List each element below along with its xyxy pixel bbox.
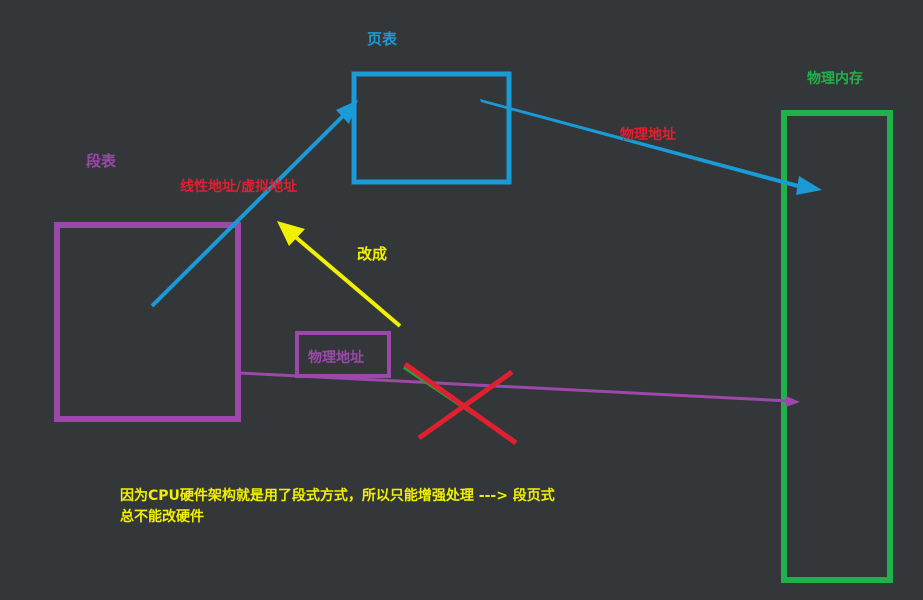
segment-table-box: [54, 222, 241, 422]
page-table-label: 页表: [367, 30, 398, 48]
blue-arrow-line-2: [480, 99, 806, 190]
page-table-box: [351, 71, 512, 185]
note-line-2: 总不能改硬件: [120, 509, 204, 525]
physical-memory-label: 物理内存: [807, 71, 863, 87]
explanation-note: 因为CPU硬件架构就是用了段式方式，所以只能增强处理 ---> 段页式 总不能改…: [120, 486, 555, 528]
segment-table-label: 段表: [86, 152, 117, 170]
physical-address-box-label: 物理地址: [308, 350, 364, 366]
note-line-1: 因为CPU硬件架构就是用了段式方式，所以只能增强处理 ---> 段页式: [120, 488, 555, 504]
blue-arrow-head-2: [796, 176, 822, 195]
linear-virtual-address-label: 线性地址/虚拟地址: [180, 179, 298, 195]
purple-arrow-line: [239, 371, 791, 403]
purple-arrow-head: [786, 396, 800, 407]
cross-line-1: [403, 361, 518, 446]
blue-arrow-line-1: [150, 111, 348, 308]
physical-address-label-top: 物理地址: [620, 127, 676, 143]
change-to-label: 改成: [357, 245, 388, 263]
